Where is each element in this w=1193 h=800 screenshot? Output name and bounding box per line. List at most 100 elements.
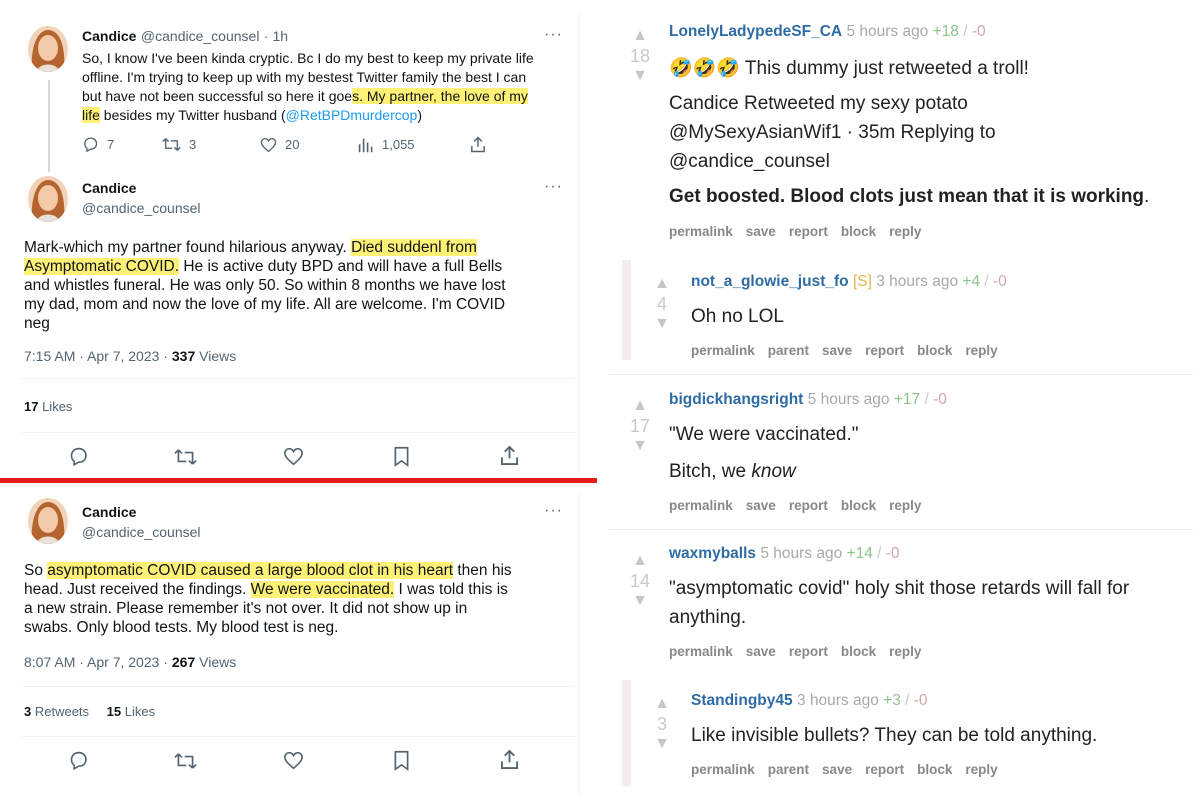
upvote-arrow-icon[interactable]: ▲ — [625, 28, 655, 44]
comment-body: "asymptomatic covid" holy shit those ret… — [669, 574, 1129, 632]
save-link[interactable]: save — [746, 644, 776, 659]
permalink-link[interactable]: permalink — [691, 343, 755, 358]
tweet-text-line: Asymptomatic COVID. He is active duty BP… — [24, 257, 574, 276]
comment-line: "asymptomatic covid" holy shit those ret… — [669, 578, 1130, 599]
comment-author[interactable]: bigdickhangsright — [669, 391, 803, 408]
avatar[interactable] — [28, 26, 68, 72]
tweet-author-name[interactable]: Candice — [82, 28, 136, 44]
comment-author[interactable]: LonelyLadypedeSF_CA — [669, 23, 842, 40]
tweet-text: So asymptomatic COVID caused a large blo… — [24, 561, 574, 637]
vote-separator: / — [872, 545, 886, 562]
avatar[interactable] — [28, 176, 68, 222]
tweet-author-handle[interactable]: @candice_counsel — [82, 524, 201, 540]
reply-icon[interactable] — [68, 446, 89, 467]
tweet-author-name[interactable]: Candice — [82, 180, 136, 196]
reply-link[interactable]: reply — [889, 224, 921, 239]
report-link[interactable]: report — [865, 762, 904, 777]
permalink-link[interactable]: permalink — [691, 762, 755, 777]
comment-header: LonelyLadypedeSF_CA 5 hours ago +18 / -0 — [669, 23, 986, 41]
avatar[interactable] — [28, 498, 68, 544]
comment-header: bigdickhangsright 5 hours ago +17 / -0 — [669, 391, 947, 409]
comment-score: 4 — [656, 294, 667, 314]
like-button[interactable]: 20 — [260, 136, 358, 153]
divider — [22, 378, 575, 379]
reply-link[interactable]: reply — [889, 644, 921, 659]
likes-stat[interactable]: 17 Likes — [24, 399, 72, 414]
save-link[interactable]: save — [822, 762, 852, 777]
tweet-text-line: swabs. Only blood tests. My blood test i… — [24, 619, 339, 636]
parent-link[interactable]: parent — [768, 762, 809, 777]
permalink-link[interactable]: permalink — [669, 498, 733, 513]
bookmark-icon[interactable] — [393, 446, 410, 467]
heart-icon[interactable] — [283, 447, 304, 466]
comment-header: not_a_glowie_just_fo [S] 3 hours ago +4 … — [691, 273, 1007, 291]
comment-2: ▲ 4 ▼ not_a_glowie_just_fo [S] 3 hours a… — [622, 260, 1193, 360]
comment-line: "We were vaccinated." — [669, 424, 859, 445]
retweet-button[interactable]: 3 — [162, 136, 260, 153]
submitter-tag: [S] — [852, 273, 872, 290]
tweet-1[interactable]: Candice @candice_counsel · 1h ··· So, I … — [10, 14, 580, 172]
save-link[interactable]: save — [746, 224, 776, 239]
more-options-icon[interactable]: ··· — [544, 178, 563, 196]
upvote-arrow-icon[interactable]: ▲ — [647, 696, 677, 712]
report-link[interactable]: report — [789, 224, 828, 239]
report-link[interactable]: report — [865, 343, 904, 358]
share-button[interactable] — [470, 136, 494, 153]
tweet-3[interactable]: Candice @candice_counsel ··· So asymptom… — [10, 494, 580, 794]
highlighted-text: Asymptomatic COVID. — [24, 258, 180, 275]
bookmark-icon[interactable] — [393, 750, 410, 771]
more-options-icon[interactable]: ··· — [544, 26, 563, 44]
block-link[interactable]: block — [841, 224, 876, 239]
block-link[interactable]: block — [841, 498, 876, 513]
tweet-author-handle[interactable]: @candice_counsel — [141, 28, 260, 44]
reply-link[interactable]: reply — [965, 343, 997, 358]
reply-button[interactable]: 7 — [82, 136, 162, 153]
report-link[interactable]: report — [789, 644, 828, 659]
downvote-arrow-icon[interactable]: ▼ — [625, 593, 655, 609]
permalink-link[interactable]: permalink — [669, 644, 733, 659]
downvote-arrow-icon[interactable]: ▼ — [647, 736, 677, 752]
heart-icon[interactable] — [283, 751, 304, 770]
share-icon[interactable] — [500, 445, 519, 466]
likes-stat[interactable]: 15 Likes — [107, 704, 155, 719]
tweet-timestamp[interactable]: 8:07 AM · Apr 7, 2023 · 267 Views — [24, 654, 236, 670]
mention-link[interactable]: @RetBPDmurdercop — [286, 107, 418, 123]
retweet-icon[interactable] — [174, 447, 197, 467]
downvote-arrow-icon[interactable]: ▼ — [625, 68, 655, 84]
tweet-text-part: but have not been successful so here it … — [82, 88, 353, 104]
save-link[interactable]: save — [822, 343, 852, 358]
reply-icon[interactable] — [68, 750, 89, 771]
tweet-2[interactable]: Candice @candice_counsel ··· Mark-which … — [10, 172, 580, 472]
block-link[interactable]: block — [841, 644, 876, 659]
reply-link[interactable]: reply — [889, 498, 921, 513]
retweets-stat[interactable]: 3 Retweets — [24, 704, 89, 719]
block-link[interactable]: block — [917, 343, 952, 358]
tweet-text-part: He is active duty BPD and will have a fu… — [179, 258, 503, 275]
views-button[interactable]: 1,055 — [358, 136, 470, 153]
reply-link[interactable]: reply — [965, 762, 997, 777]
share-icon[interactable] — [500, 749, 519, 770]
vote-separator: / — [980, 273, 993, 290]
upvote-arrow-icon[interactable]: ▲ — [625, 398, 655, 414]
comment-author[interactable]: Standingby45 — [691, 692, 793, 709]
block-link[interactable]: block — [917, 762, 952, 777]
tweet-time[interactable]: · 1h — [264, 28, 288, 44]
comment-time: 5 hours ago — [807, 391, 890, 408]
downvote-arrow-icon[interactable]: ▼ — [647, 316, 677, 332]
downvote-arrow-icon[interactable]: ▼ — [625, 438, 655, 454]
report-link[interactable]: report — [789, 498, 828, 513]
save-link[interactable]: save — [746, 498, 776, 513]
comment-author[interactable]: not_a_glowie_just_fo — [691, 273, 849, 290]
tweet-timestamp[interactable]: 7:15 AM · Apr 7, 2023 · 337 Views — [24, 348, 236, 364]
retweet-icon[interactable] — [174, 751, 197, 771]
upvote-arrow-icon[interactable]: ▲ — [625, 553, 655, 569]
tweet-author-handle[interactable]: @candice_counsel — [82, 200, 201, 216]
comment-score: 3 — [656, 714, 667, 734]
tweet-author-name[interactable]: Candice — [82, 504, 136, 520]
more-options-icon[interactable]: ··· — [544, 502, 563, 520]
permalink-link[interactable]: permalink — [669, 224, 733, 239]
comment-author[interactable]: waxmyballs — [669, 545, 756, 562]
upvote-arrow-icon[interactable]: ▲ — [647, 276, 677, 292]
parent-link[interactable]: parent — [768, 343, 809, 358]
upvote-count: +18 — [932, 23, 959, 40]
